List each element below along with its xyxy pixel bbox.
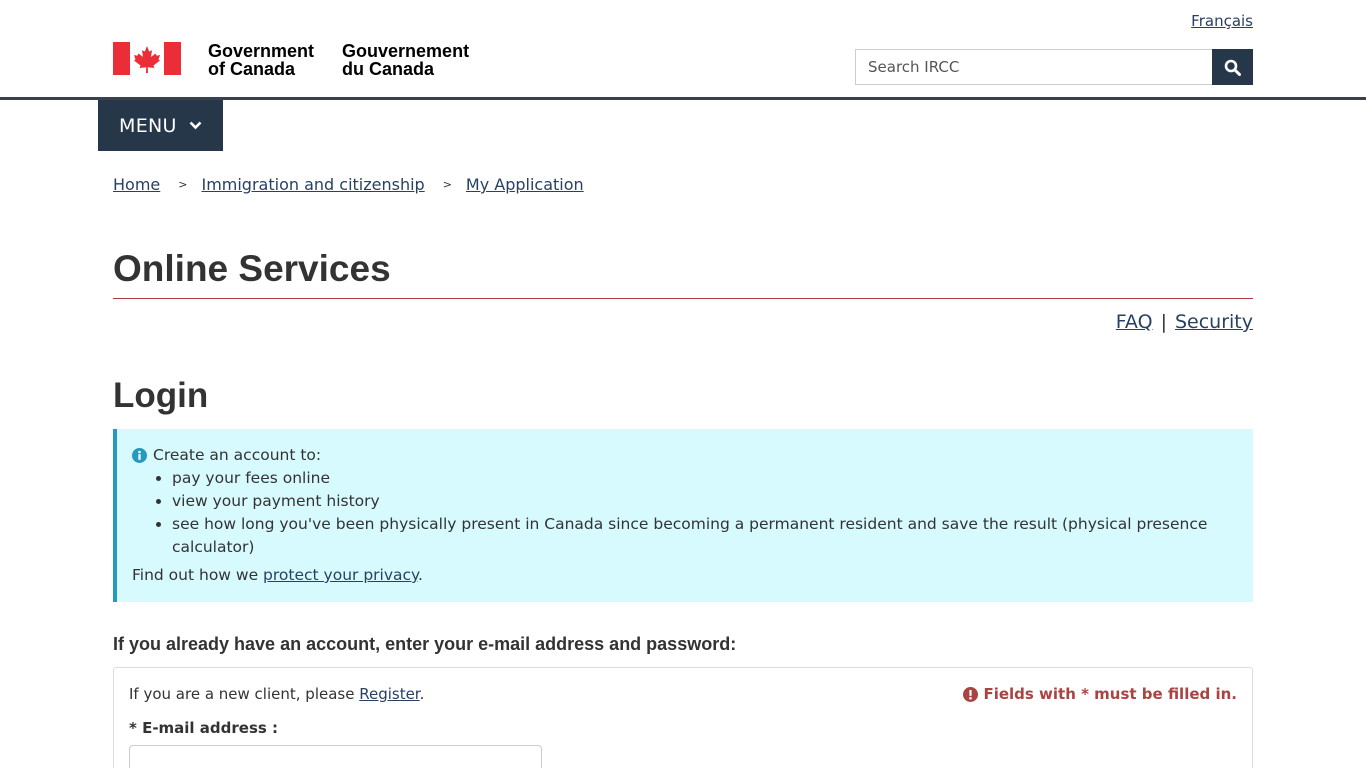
signature-fr-line2: du Canada <box>342 59 435 79</box>
privacy-note: Find out how we protect your privacy. <box>132 564 1237 587</box>
login-heading: Login <box>113 376 209 415</box>
info-alert: Create an account to: pay your fees onli… <box>113 429 1253 602</box>
list-item: see how long you've been physically pres… <box>172 513 1237 559</box>
exclamation-circle-icon <box>963 686 979 702</box>
info-circle-icon <box>132 448 147 463</box>
privacy-link[interactable]: protect your privacy <box>263 566 418 584</box>
new-client-note: If you are a new client, please Register… <box>129 685 424 703</box>
signature-fr-line1: Gouvernement <box>342 41 470 61</box>
chevron-down-icon <box>189 121 202 130</box>
breadcrumb-immigration[interactable]: Immigration and citizenship <box>201 175 424 194</box>
breadcrumb-separator: > <box>178 178 188 191</box>
register-link[interactable]: Register <box>359 685 419 703</box>
breadcrumb-separator: > <box>442 178 452 191</box>
required-note-text: Fields with * must be filled in. <box>983 685 1237 703</box>
privacy-prefix: Find out how we <box>132 566 264 584</box>
utility-links: FAQ | Security <box>1116 311 1253 333</box>
menu-button[interactable]: MENU <box>98 100 223 151</box>
new-client-suffix: . <box>419 685 425 703</box>
privacy-suffix: . <box>418 566 423 584</box>
signature-en-line1: Government <box>208 41 315 61</box>
link-separator: | <box>1160 311 1167 333</box>
breadcrumb-my-application[interactable]: My Application <box>466 175 584 194</box>
security-link[interactable]: Security <box>1175 311 1253 333</box>
benefits-list: pay your fees online view your payment h… <box>172 467 1237 559</box>
faq-link[interactable]: FAQ <box>1116 311 1153 333</box>
menu-label: MENU <box>119 114 177 137</box>
page-title: Online Services <box>113 248 391 289</box>
canada-flag-icon <box>113 42 181 75</box>
search-input[interactable] <box>855 49 1212 85</box>
signature-en-line2: of Canada <box>208 59 296 79</box>
breadcrumb: Home > Immigration and citizenship > My … <box>113 175 584 194</box>
title-underline <box>113 298 1253 299</box>
search-button[interactable] <box>1212 49 1253 85</box>
list-item: pay your fees online <box>172 467 1237 490</box>
new-client-prefix: If you are a new client, please <box>129 685 360 703</box>
maple-leaf-icon <box>134 45 160 73</box>
signature-french: Gouvernement du Canada <box>342 42 469 78</box>
alert-heading: Create an account to: <box>153 446 322 464</box>
login-form-intro: If you already have an account, enter yo… <box>113 634 737 654</box>
government-signature[interactable]: Government of Canada Gouvernement du Can… <box>113 42 469 78</box>
search-icon <box>1224 59 1241 76</box>
required-fields-note: Fields with * must be filled in. <box>963 685 1237 703</box>
email-label: * E-mail address : <box>129 719 279 737</box>
breadcrumb-home[interactable]: Home <box>113 175 160 194</box>
email-input[interactable] <box>129 745 542 768</box>
search-form <box>855 49 1253 85</box>
signature-english: Government of Canada <box>208 42 314 78</box>
list-item: view your payment history <box>172 490 1237 513</box>
language-toggle-link[interactable]: Français <box>1191 12 1253 30</box>
login-panel: If you are a new client, please Register… <box>113 667 1253 768</box>
